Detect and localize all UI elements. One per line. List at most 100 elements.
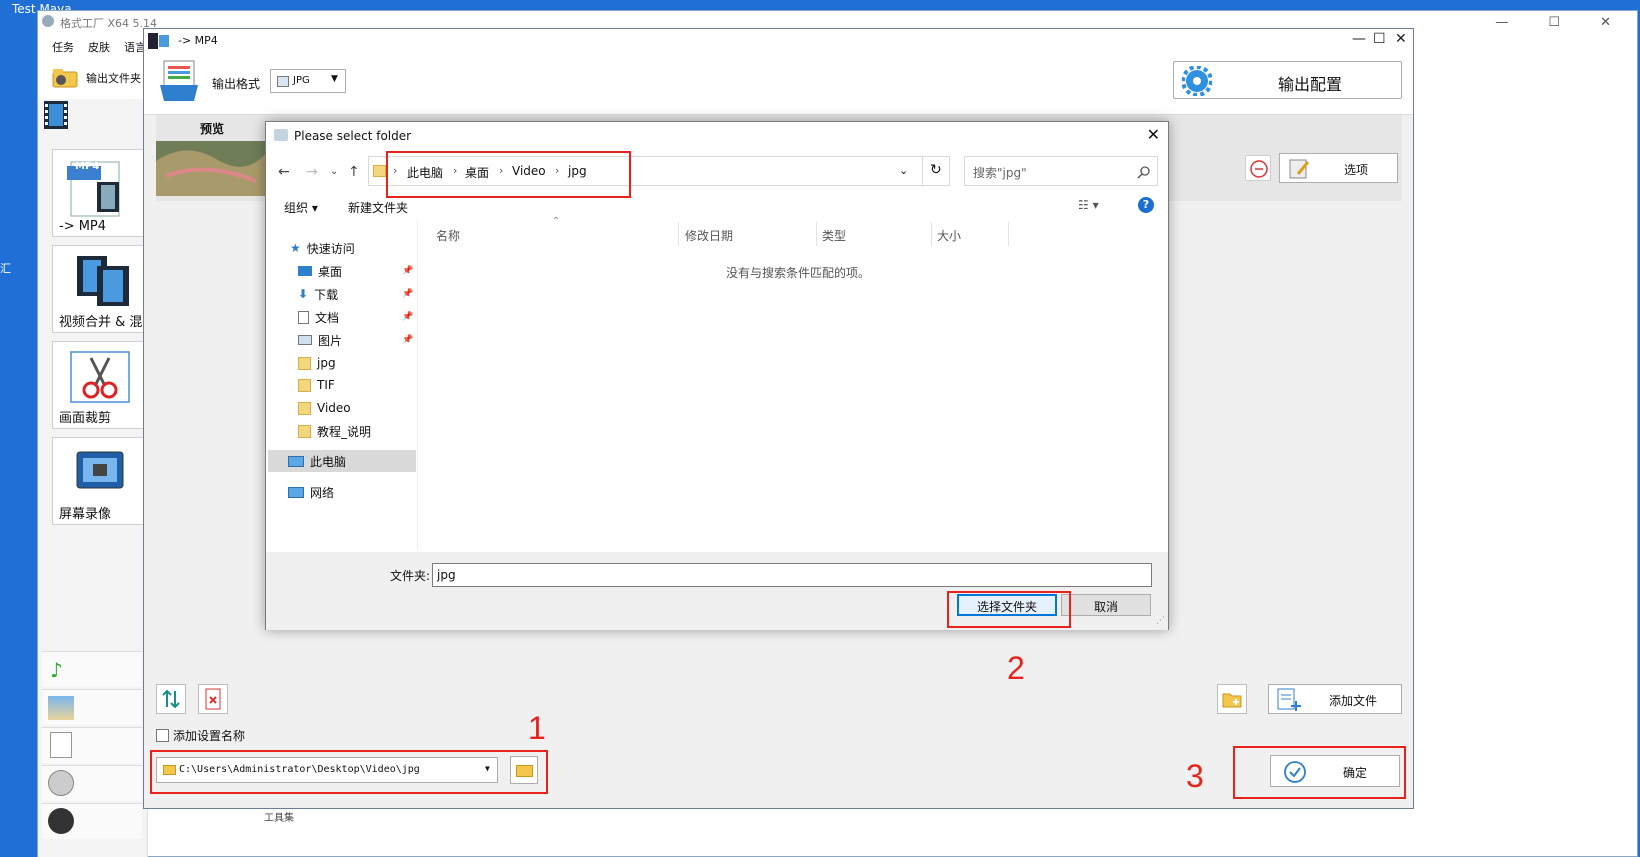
column-modified[interactable]: 修改日期	[685, 227, 733, 244]
document-category[interactable]	[42, 727, 142, 763]
add-setting-name-option[interactable]: 添加设置名称	[156, 727, 245, 744]
output-format-label: 输出格式	[212, 77, 261, 91]
cancel-button[interactable]: 取消	[1061, 594, 1151, 616]
minus-circle-icon	[1250, 160, 1268, 178]
tool-screen-record[interactable]: 屏幕录像	[52, 437, 144, 525]
column-type[interactable]: 类型	[822, 227, 846, 244]
nav-folder-tif[interactable]: TIF	[298, 375, 335, 395]
tool-to-mp4[interactable]: MP4 -> MP4	[52, 149, 144, 237]
column-divider[interactable]	[931, 222, 932, 246]
tool-label: -> MP4	[59, 219, 107, 234]
desktop-icon	[298, 266, 312, 276]
sort-up-icon: ⌃	[552, 216, 561, 227]
main-window-controls[interactable]: — ☐ ✕	[1495, 15, 1629, 30]
back-arrow-icon[interactable]: ←	[278, 164, 290, 180]
nav-folder-jpg[interactable]: jpg	[298, 353, 336, 373]
resize-grip-icon[interactable]: ⋰	[1156, 616, 1165, 626]
nav-downloads[interactable]: ⬇ 下载	[298, 284, 338, 304]
nav-folder-video[interactable]: Video	[298, 398, 351, 418]
add-folder-button[interactable]	[1217, 684, 1247, 714]
column-divider[interactable]	[678, 222, 679, 246]
new-folder-button[interactable]: 新建文件夹	[348, 199, 408, 216]
edit-settings-icon	[1289, 159, 1310, 179]
folder-icon	[298, 424, 311, 438]
app-icon	[42, 15, 54, 27]
nav-desktop[interactable]: 桌面	[298, 261, 342, 281]
tool-video-merge[interactable]: 视频合并 & 混	[52, 245, 144, 333]
add-setting-name-label: 添加设置名称	[173, 729, 246, 743]
column-divider[interactable]	[816, 222, 817, 246]
nav-documents[interactable]: 文档	[298, 307, 339, 327]
nav-label: 网络	[310, 485, 335, 500]
computer-icon	[288, 455, 304, 467]
view-options-icon[interactable]: ☷ ▾	[1078, 198, 1099, 212]
address-dropdown-icon[interactable]: ⌄	[899, 164, 908, 177]
tool-label: 屏幕录像	[59, 507, 112, 522]
close-button[interactable]: ✕	[1395, 31, 1407, 47]
nav-folder-tutorial[interactable]: 教程_说明	[298, 421, 371, 441]
minimize-button[interactable]: —	[1352, 31, 1366, 47]
column-name[interactable]: 名称	[436, 227, 460, 244]
nav-label: 下载	[314, 287, 339, 302]
film-icon	[148, 33, 170, 49]
menu-task[interactable]: 任务	[52, 39, 74, 55]
pictures-icon	[298, 335, 312, 345]
screen-record-icon	[76, 451, 124, 489]
search-icon	[1137, 166, 1150, 179]
clear-list-button[interactable]	[198, 684, 228, 714]
add-file-button[interactable]: 添加文件	[1268, 684, 1402, 714]
scissors-icon	[70, 351, 130, 403]
output-config-button[interactable]: 输出配置	[1173, 61, 1402, 99]
help-icon[interactable]: ?	[1138, 197, 1154, 213]
tool-crop[interactable]: 画面裁剪	[52, 341, 144, 429]
audio-category[interactable]: ♪	[42, 651, 142, 687]
output-folder-button[interactable]: 输出文件夹	[52, 67, 141, 89]
network-icon	[288, 486, 304, 498]
up-arrow-icon[interactable]: ↑	[348, 164, 360, 180]
menu-skin[interactable]: 皮肤	[88, 39, 110, 55]
empty-results-message: 没有与搜索条件匹配的项。	[726, 266, 871, 280]
image-category[interactable]	[42, 689, 142, 725]
dialog-app-icon	[274, 129, 288, 141]
column-headers: ⌃ 名称 修改日期 类型 大小	[426, 216, 1166, 246]
output-format-select[interactable]: JPG ▼	[270, 69, 346, 93]
document-icon	[298, 310, 309, 324]
column-divider[interactable]	[1008, 222, 1009, 246]
search-input[interactable]: 搜索"jpg"	[964, 156, 1158, 186]
folder-icon	[52, 69, 78, 88]
mp4-header: 输出格式 JPG ▼ 输出配置	[144, 53, 1413, 115]
folder-name-input[interactable]: jpg	[432, 563, 1152, 587]
refresh-button[interactable]: ↻	[922, 156, 950, 186]
dialog-title: Please select folder	[294, 129, 412, 143]
recent-chevron-icon[interactable]: ⌄	[330, 166, 338, 177]
annotation-step-2: 2	[1007, 650, 1025, 686]
disc-category[interactable]	[42, 765, 142, 801]
nav-quick-access[interactable]: ★ 快速访问	[290, 238, 355, 258]
forward-arrow-icon[interactable]: →	[306, 164, 318, 180]
sort-button[interactable]	[156, 684, 186, 714]
nav-pictures[interactable]: 图片	[298, 330, 342, 350]
add-file-icon	[1277, 688, 1301, 711]
add-setting-name-checkbox[interactable]	[156, 729, 169, 742]
preview-thumbnail	[156, 141, 266, 196]
video-category-icon[interactable]	[44, 101, 68, 129]
nav-network[interactable]: 网络	[288, 482, 334, 502]
organize-menu[interactable]: 组织 ▾	[284, 199, 318, 216]
nav-this-pc[interactable]: 此电脑	[288, 451, 346, 471]
chevron-down-icon: ▼	[331, 74, 338, 84]
annotation-step-1: 1	[528, 710, 546, 746]
dialog-close-button[interactable]: ✕	[1147, 125, 1160, 144]
maximize-button[interactable]: ☐	[1373, 31, 1386, 47]
utilities-category[interactable]	[42, 803, 142, 839]
main-menu-bar: 任务 皮肤 语言	[52, 39, 146, 55]
nav-label: 图片	[318, 333, 343, 348]
nav-label: 快速访问	[306, 241, 355, 256]
options-button[interactable]: 选项	[1279, 153, 1398, 183]
column-size[interactable]: 大小	[937, 227, 961, 244]
nav-label: 文档	[315, 310, 340, 325]
music-note-icon: ♪	[50, 658, 63, 682]
annotation-select-box	[947, 591, 1071, 628]
format-value: JPG	[293, 75, 310, 86]
remove-task-button[interactable]	[1245, 155, 1271, 181]
pin-icon: 📌	[402, 335, 414, 345]
